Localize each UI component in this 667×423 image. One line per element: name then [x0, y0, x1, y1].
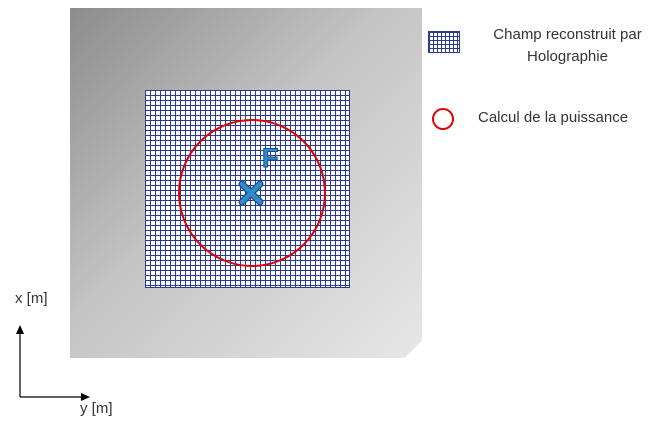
vertical-axis-arrowhead: [16, 325, 24, 334]
legend-grid-label-line1: Champ reconstruit par: [493, 26, 642, 43]
legend-grid-icon: [428, 31, 460, 53]
legend-grid-label: Champ reconstruit par Holographie: [470, 24, 665, 68]
focus-label: F: [262, 143, 279, 173]
focus-cross-icon: [238, 180, 264, 206]
legend-circle-label: Calcul de la puissance: [478, 109, 629, 126]
legend-grid-label-line2: Holographie: [527, 48, 608, 65]
axis-label-x: x [m]: [15, 290, 48, 307]
legend-circle-icon: [432, 108, 454, 130]
axis-label-y: y [m]: [80, 400, 113, 417]
axis-arrows-icon: [16, 325, 90, 401]
